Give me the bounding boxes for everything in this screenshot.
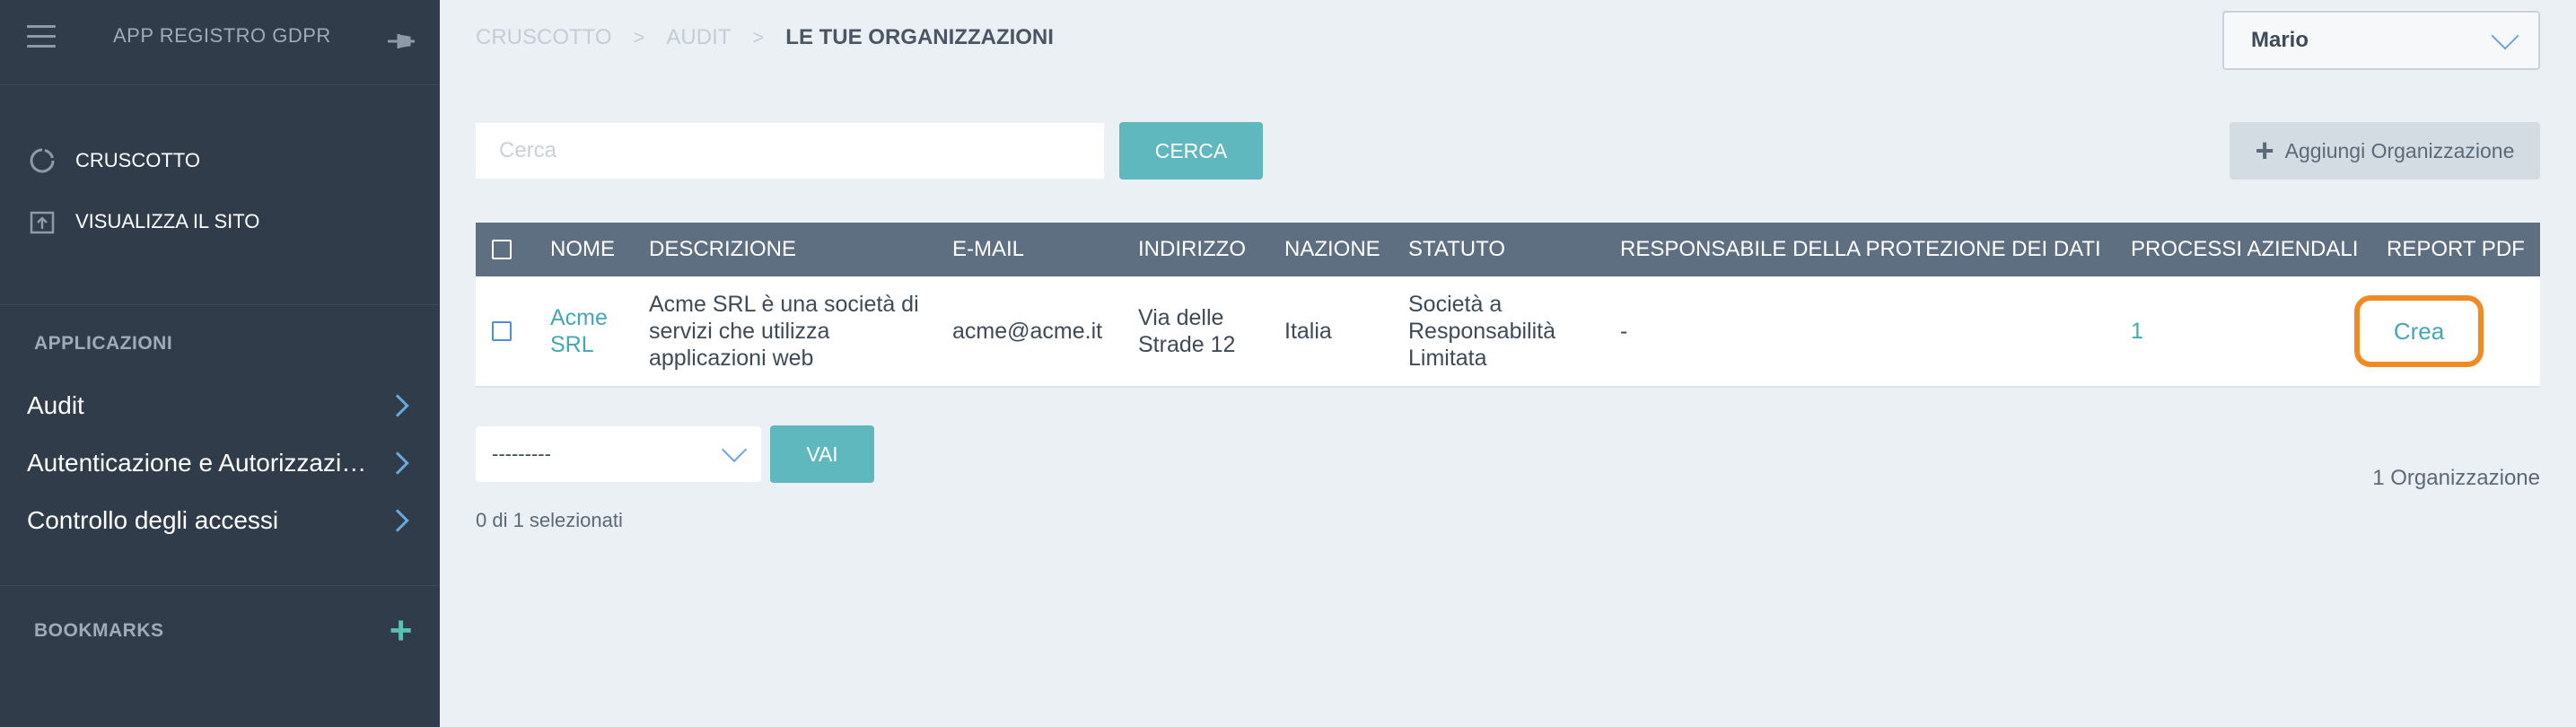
business-processes-link[interactable]: 1	[2131, 276, 2143, 386]
bookmarks-section: BOOKMARKS +	[0, 586, 440, 676]
select-all-checkbox[interactable]	[492, 240, 512, 259]
column-header-nazione[interactable]: NAZIONE	[1284, 223, 1380, 276]
chevron-right-icon	[386, 509, 409, 532]
sidebar-link-dashboard[interactable]: CRUSCOTTO	[0, 130, 440, 191]
applications-heading: APPLICAZIONI	[34, 333, 173, 354]
menu-icon[interactable]	[27, 25, 56, 48]
organization-count: 1 Organizzazione	[2372, 466, 2540, 490]
sidebar-header: APP REGISTRO GDPR	[0, 0, 440, 85]
organization-country: Italia	[1284, 319, 1332, 344]
organization-dpo: -	[1620, 319, 1628, 344]
search-button[interactable]: CERCA	[1119, 122, 1263, 180]
sidebar-item-label: Audit	[27, 391, 84, 419]
sidebar-item-label: Autenticazione e Autorizzazi…	[27, 449, 367, 477]
row-checkbox[interactable]	[492, 321, 512, 341]
breadcrumb-audit[interactable]: AUDIT	[666, 25, 731, 50]
bookmarks-heading: BOOKMARKS	[34, 620, 164, 641]
selected-count: 0 di 1 selezionati	[476, 509, 623, 531]
row-select-cell	[492, 276, 512, 386]
organization-email: acme@acme.it	[952, 319, 1103, 344]
create-report-link[interactable]: Crea	[2354, 295, 2484, 367]
external-site-icon	[30, 211, 55, 234]
plus-icon: +	[2255, 132, 2274, 169]
chevron-down-icon	[721, 436, 748, 463]
organization-description: Acme SRL è una società di servizi che ut…	[649, 292, 919, 371]
sidebar-links: CRUSCOTTO VISUALIZZA IL SITO	[0, 85, 440, 305]
sidebar-link-label: CRUSCOTTO	[75, 149, 200, 171]
bulk-action-value: ---------	[492, 442, 551, 465]
column-header-statuto[interactable]: STATUTO	[1408, 223, 1505, 276]
organization-name-link[interactable]: Acme SRL	[550, 276, 631, 386]
add-organization-button[interactable]: + Aggiungi Organizzazione	[2230, 122, 2540, 180]
sidebar-item-authentication[interactable]: Autenticazione e Autorizzazi…	[0, 434, 440, 492]
organization-statute: Società a Responsabilità Limitata	[1408, 292, 1555, 371]
chevron-right-icon	[386, 451, 409, 475]
column-header-nome[interactable]: NOME	[550, 223, 615, 276]
chevron-down-icon	[2491, 22, 2519, 50]
report-cell: Crea	[2354, 276, 2484, 386]
sidebar-item-label: Controllo degli accessi	[27, 506, 279, 534]
column-header-email[interactable]: E-MAIL	[952, 223, 1024, 276]
column-header-report: REPORT PDF	[2387, 237, 2525, 261]
sidebar-item-access-control[interactable]: Controllo degli accessi	[0, 492, 440, 549]
search-input[interactable]	[476, 123, 1104, 179]
sidebar-item-audit[interactable]: Audit	[0, 377, 440, 434]
bulk-action-select[interactable]: ---------	[476, 426, 761, 482]
chevron-right-icon	[386, 394, 409, 417]
table-header: NOME DESCRIZIONE E-MAIL INDIRIZZO NAZION…	[476, 223, 2540, 276]
column-header-processi[interactable]: PROCESSI AZIENDALI	[2131, 223, 2358, 276]
breadcrumb-current: LE TUE ORGANIZZAZIONI	[785, 25, 1054, 49]
organizations-table: NOME DESCRIZIONE E-MAIL INDIRIZZO NAZION…	[476, 223, 2540, 388]
breadcrumb-dashboard[interactable]: CRUSCOTTO	[476, 25, 612, 50]
go-button[interactable]: VAI	[770, 425, 874, 483]
app-title[interactable]: APP REGISTRO GDPR	[113, 24, 331, 48]
column-header-descrizione[interactable]: DESCRIZIONE	[649, 223, 796, 276]
user-name: Mario	[2251, 28, 2309, 52]
chevron-right-icon: >	[752, 26, 765, 48]
sidebar: APP REGISTRO GDPR CRUSCOTTO VISUALIZZA I…	[0, 0, 440, 727]
table-row: Acme SRL Acme SRL è una società di servi…	[476, 276, 2540, 388]
sidebar-applications: APPLICAZIONI Audit Autenticazione e Auto…	[0, 305, 440, 586]
chevron-right-icon: >	[633, 26, 645, 48]
sidebar-link-label: VISUALIZZA IL SITO	[75, 210, 260, 232]
add-organization-label: Aggiungi Organizzazione	[2284, 138, 2515, 162]
sidebar-link-view-site[interactable]: VISUALIZZA IL SITO	[0, 191, 440, 252]
organization-address: Via delle Strade 12	[1138, 305, 1236, 357]
pin-icon[interactable]	[382, 27, 418, 56]
user-dropdown[interactable]: Mario	[2222, 11, 2540, 70]
column-header-indirizzo[interactable]: INDIRIZZO	[1138, 223, 1246, 276]
column-header-responsabile[interactable]: RESPONSABILE DELLA PROTEZIONE DEI DATI	[1620, 223, 2101, 276]
dashboard-icon	[30, 148, 55, 173]
select-all-cell	[492, 223, 512, 276]
breadcrumb: CRUSCOTTO > AUDIT > LE TUE ORGANIZZAZION…	[476, 25, 1054, 50]
add-bookmark-icon[interactable]: +	[390, 611, 413, 651]
